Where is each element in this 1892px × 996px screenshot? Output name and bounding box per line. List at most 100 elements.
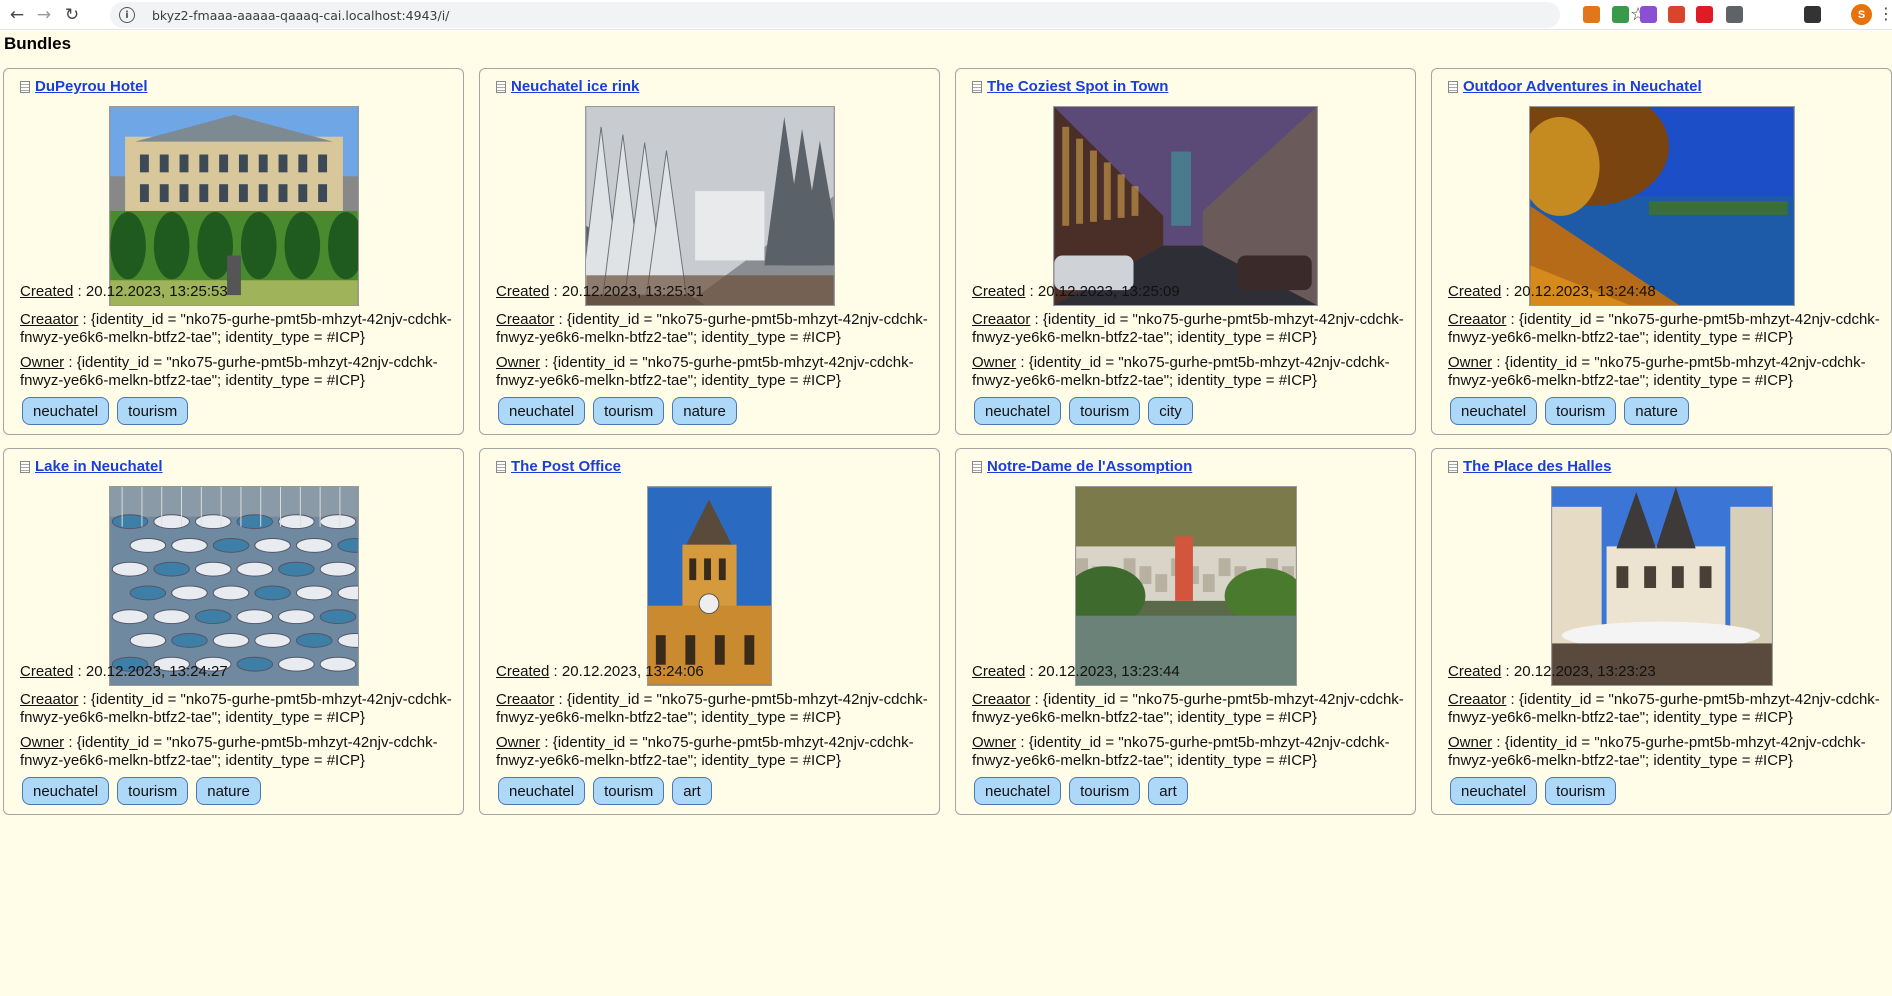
owner-value: {identity_id = "nko75-gurhe-pmt5b-mhzyt-… (496, 354, 914, 389)
creator-row: Creaator : {identity_id = "nko75-gurhe-p… (1448, 691, 1880, 726)
tag-chip[interactable]: neuchatel (974, 777, 1062, 805)
owner-row: Owner : {identity_id = "nko75-gurhe-pmt5… (972, 354, 1390, 389)
bundle-title-link[interactable]: The Coziest Spot in Town (987, 78, 1168, 95)
creator-row: Creaator : {identity_id = "nko75-gurhe-p… (972, 691, 1404, 726)
url-text[interactable]: bkyz2-fmaaa-aaaaa-qaaaq-cai.localhost:49… (152, 8, 449, 23)
forward-icon[interactable]: → (32, 3, 56, 27)
creator-row: Creaator : {identity_id = "nko75-gurhe-p… (1448, 311, 1880, 346)
creator-value: {identity_id = "nko75-gurhe-pmt5b-mhzyt-… (1448, 311, 1880, 346)
bundle-image[interactable] (1432, 486, 1891, 686)
card-title: Lake in Neuchatel (20, 458, 163, 475)
owner-row: Owner : {identity_id = "nko75-gurhe-pmt5… (20, 734, 438, 769)
created-row: Created : 20.12.2023, 13:23:44 (972, 663, 1180, 680)
menu-icon[interactable]: ⋮ (1878, 4, 1892, 23)
bundle-card: Outdoor Adventures in Neuchatel Created … (1431, 68, 1892, 435)
tag-chip[interactable]: art (672, 777, 712, 805)
owner-label: Owner (972, 354, 1017, 371)
tag-chip[interactable]: tourism (117, 777, 189, 805)
tag-chip[interactable]: city (1148, 397, 1193, 425)
bundle-image[interactable] (4, 106, 463, 306)
tag-chip[interactable]: neuchatel (22, 397, 110, 425)
tag-chip[interactable]: tourism (1545, 777, 1617, 805)
created-row: Created : 20.12.2023, 13:24:48 (1448, 283, 1656, 300)
tag-chip[interactable]: neuchatel (498, 397, 586, 425)
extension-red-burst-icon[interactable] (1668, 6, 1685, 23)
bundle-card: Lake in Neuchatel Created : 20.12.2023, … (3, 448, 464, 815)
tag-chip[interactable]: neuchatel (22, 777, 110, 805)
bundle-image[interactable] (480, 486, 939, 686)
bundle-title-link[interactable]: The Place des Halles (1463, 458, 1611, 475)
tag-chip[interactable]: neuchatel (1450, 397, 1538, 425)
document-icon (972, 460, 982, 473)
tag-chip[interactable]: tourism (117, 397, 189, 425)
bundle-title-link[interactable]: Neuchatel ice rink (511, 78, 639, 95)
tag-chip[interactable]: tourism (593, 777, 665, 805)
document-icon (972, 80, 982, 93)
document-icon (1448, 460, 1458, 473)
document-icon (496, 460, 506, 473)
site-info-icon[interactable]: i (119, 7, 135, 23)
owner-row: Owner : {identity_id = "nko75-gurhe-pmt5… (20, 354, 438, 389)
created-row: Created : 20.12.2023, 13:23:23 (1448, 663, 1656, 680)
profile-avatar[interactable]: S (1851, 4, 1872, 25)
creator-value: {identity_id = "nko75-gurhe-pmt5b-mhzyt-… (20, 691, 452, 726)
extension-purple-icon[interactable] (1640, 6, 1657, 23)
side-panel-icon[interactable] (1804, 6, 1821, 23)
metamask-icon[interactable] (1583, 6, 1600, 23)
puzzle-icon[interactable] (1726, 6, 1743, 23)
tag-chip[interactable]: neuchatel (974, 397, 1062, 425)
bundle-image[interactable] (956, 106, 1415, 306)
tag-chip[interactable]: tourism (1069, 397, 1141, 425)
created-value: 20.12.2023, 13:23:44 (1037, 663, 1180, 680)
owner-row: Owner : {identity_id = "nko75-gurhe-pmt5… (496, 354, 914, 389)
created-label: Created (20, 663, 74, 680)
tag-list: neuchatel tourism city (974, 397, 1193, 425)
card-title: Outdoor Adventures in Neuchatel (1448, 78, 1702, 95)
creator-value: {identity_id = "nko75-gurhe-pmt5b-mhzyt-… (972, 691, 1404, 726)
tag-chip[interactable]: nature (196, 777, 261, 805)
tag-chip[interactable]: tourism (593, 397, 665, 425)
tag-chip[interactable]: tourism (1545, 397, 1617, 425)
bundle-title-link[interactable]: Outdoor Adventures in Neuchatel (1463, 78, 1702, 95)
bundle-card: Notre-Dame de l'Assomption Created : 20.… (955, 448, 1416, 815)
tag-chip[interactable]: nature (672, 397, 737, 425)
created-value: 20.12.2023, 13:24:27 (85, 663, 228, 680)
card-title: Neuchatel ice rink (496, 78, 639, 95)
owner-value: {identity_id = "nko75-gurhe-pmt5b-mhzyt-… (1448, 354, 1866, 389)
bundle-image[interactable] (480, 106, 939, 306)
creator-label: Creaator (20, 691, 79, 708)
bundle-image[interactable] (956, 486, 1415, 686)
tag-chip[interactable]: neuchatel (1450, 777, 1538, 805)
tag-chip[interactable]: art (1148, 777, 1188, 805)
created-value: 20.12.2023, 13:24:48 (1513, 283, 1656, 300)
card-title: Notre-Dame de l'Assomption (972, 458, 1192, 475)
bundle-title-link[interactable]: Lake in Neuchatel (35, 458, 163, 475)
bundle-title-link[interactable]: Notre-Dame de l'Assomption (987, 458, 1192, 475)
creator-row: Creaator : {identity_id = "nko75-gurhe-p… (20, 691, 452, 726)
bundle-title-link[interactable]: The Post Office (511, 458, 621, 475)
owner-row: Owner : {identity_id = "nko75-gurhe-pmt5… (972, 734, 1390, 769)
reload-icon[interactable]: ↻ (60, 3, 84, 27)
tag-chip[interactable]: nature (1624, 397, 1689, 425)
back-icon[interactable]: ← (5, 3, 29, 27)
owner-label: Owner (1448, 734, 1493, 751)
owner-row: Owner : {identity_id = "nko75-gurhe-pmt5… (1448, 734, 1866, 769)
extension-green-icon[interactable] (1612, 6, 1629, 23)
owner-label: Owner (20, 734, 65, 751)
bundle-title-link[interactable]: DuPeyrou Hotel (35, 78, 148, 95)
created-label: Created (1448, 663, 1502, 680)
tag-chip[interactable]: tourism (1069, 777, 1141, 805)
created-row: Created : 20.12.2023, 13:25:09 (972, 283, 1180, 300)
owner-value: {identity_id = "nko75-gurhe-pmt5b-mhzyt-… (20, 354, 438, 389)
page-content: Bundles DuPeyrou Hotel Created : 20.12.2… (0, 31, 1892, 996)
bundle-image[interactable] (4, 486, 463, 686)
extension-swiss-icon[interactable] (1696, 6, 1713, 23)
page-heading: Bundles (4, 34, 72, 53)
bundle-card: The Place des Halles Created : 20.12.202… (1431, 448, 1892, 815)
owner-row: Owner : {identity_id = "nko75-gurhe-pmt5… (496, 734, 914, 769)
address-bar[interactable]: i bkyz2-fmaaa-aaaaa-qaaaq-cai.localhost:… (110, 2, 1646, 28)
creator-label: Creaator (496, 691, 555, 708)
tag-chip[interactable]: neuchatel (498, 777, 586, 805)
creator-label: Creaator (496, 311, 555, 328)
bundle-image[interactable] (1432, 106, 1891, 306)
